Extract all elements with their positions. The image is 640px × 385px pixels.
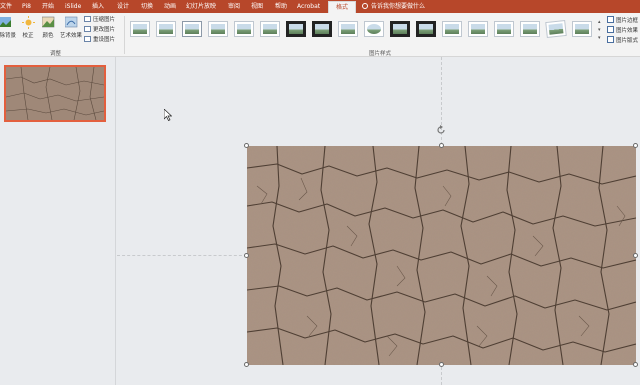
- compress-icon: [84, 16, 91, 22]
- picture-effects-icon: [607, 26, 614, 33]
- tab-review[interactable]: 审阅: [228, 2, 240, 12]
- change-picture-icon: [84, 26, 91, 32]
- resize-handle-bottom[interactable]: [439, 362, 444, 367]
- resize-handle-top-left[interactable]: [244, 143, 249, 148]
- artistic-effects-label: 艺术效果: [59, 33, 82, 39]
- compress-label: 压缩图片: [93, 17, 116, 23]
- picture-style-18[interactable]: [572, 21, 592, 37]
- slide-thumbnail-pane: [0, 57, 116, 385]
- artistic-effects-icon: [64, 16, 77, 28]
- smart-guide-horizontal: [117, 255, 247, 256]
- tab-insert[interactable]: 插入: [92, 2, 104, 12]
- picture-layout-icon: [607, 36, 614, 43]
- picture-layout-label: 图片版式: [616, 38, 639, 44]
- corrections-icon: [21, 16, 35, 29]
- picture-border-button[interactable]: 图片边框: [607, 16, 638, 26]
- tab-slideshow[interactable]: 幻灯片放映: [186, 2, 216, 12]
- picture-style-2[interactable]: [156, 21, 176, 37]
- compress-pictures-button[interactable]: 压缩图片: [84, 16, 115, 25]
- change-picture-button[interactable]: 更改图片: [84, 26, 115, 35]
- picture-style-8[interactable]: [312, 21, 332, 37]
- tab-pi8[interactable]: Pi8: [22, 2, 31, 12]
- picture-style-6[interactable]: [260, 21, 280, 37]
- resize-handle-top-right[interactable]: [633, 143, 638, 148]
- picture-style-1[interactable]: [130, 21, 150, 37]
- picture-border-label: 图片边框: [616, 18, 639, 24]
- picture-style-11[interactable]: [390, 21, 410, 37]
- color-button[interactable]: 颜色: [40, 16, 56, 46]
- tab-acrobat[interactable]: Acrobat: [297, 2, 320, 12]
- picture-style-7[interactable]: [286, 21, 306, 37]
- picture-style-9[interactable]: [338, 21, 358, 37]
- tab-format[interactable]: 格式: [328, 1, 357, 13]
- picture-style-5[interactable]: [234, 21, 254, 37]
- picture-style-12[interactable]: [416, 21, 436, 37]
- resize-handle-bottom-right[interactable]: [633, 362, 638, 367]
- tab-file[interactable]: 文件: [0, 2, 12, 12]
- search-text: 告诉我你想要做什么: [371, 3, 426, 10]
- picture-border-icon: [607, 16, 614, 23]
- picture-effects-label: 图片效果: [616, 28, 639, 34]
- gallery-scroll[interactable]: ▴ ▾ ▾: [598, 18, 603, 44]
- picture-layout-button[interactable]: 图片版式: [607, 36, 638, 46]
- remove-bg-label: 删除背景: [0, 33, 17, 39]
- reset-picture-icon: [84, 36, 91, 42]
- tab-help[interactable]: 帮助: [275, 2, 287, 12]
- picture-style-4[interactable]: [208, 21, 228, 37]
- picture-style-13[interactable]: [442, 21, 462, 37]
- chevron-down-icon[interactable]: ▾: [598, 26, 603, 34]
- adjust-group-label: 调整: [50, 51, 62, 57]
- picture-style-16[interactable]: [520, 21, 540, 37]
- cracked-earth-thumbnail: [6, 67, 104, 120]
- picture-styles-gallery: [130, 16, 598, 48]
- gallery-more-icon[interactable]: ▾: [598, 34, 603, 42]
- ribbon-tab-bar: 文件 Pi8 开始 iSlide 插入 设计 切换 动画 幻灯片放映 审阅 视图…: [0, 0, 640, 13]
- color-icon: [41, 16, 54, 28]
- rotate-handle-icon[interactable]: [436, 125, 446, 135]
- tab-home[interactable]: 开始: [42, 2, 54, 12]
- corrections-button[interactable]: 校正: [19, 16, 37, 46]
- cracked-earth-picture[interactable]: [247, 146, 636, 365]
- reset-picture-button[interactable]: 重设图片: [84, 36, 115, 45]
- picture-style-15[interactable]: [494, 21, 514, 37]
- picture-style-14[interactable]: [468, 21, 488, 37]
- resize-handle-bottom-left[interactable]: [244, 362, 249, 367]
- ribbon-separator: [124, 16, 125, 54]
- chevron-up-icon[interactable]: ▴: [598, 18, 603, 26]
- tab-animations[interactable]: 动画: [164, 2, 176, 12]
- tab-islide[interactable]: iSlide: [65, 2, 81, 12]
- change-picture-label: 更改图片: [93, 27, 116, 33]
- corrections-label: 校正: [22, 33, 34, 39]
- picture-style-10[interactable]: [364, 21, 384, 37]
- picture-style-17[interactable]: [545, 19, 567, 39]
- resize-handle-left[interactable]: [244, 253, 249, 258]
- mouse-cursor-icon: [164, 109, 172, 121]
- picture-effects-button[interactable]: 图片效果: [607, 26, 638, 36]
- reset-picture-label: 重设图片: [93, 37, 116, 43]
- ribbon: 删除背景 校正 颜色 艺术效果 压缩图片 更改图片 重设图片 调整: [0, 13, 640, 57]
- artistic-effects-button[interactable]: 艺术效果: [58, 16, 84, 46]
- color-label: 颜色: [42, 33, 54, 39]
- resize-handle-top[interactable]: [439, 143, 444, 148]
- remove-bg-icon: [0, 17, 11, 27]
- tab-transitions[interactable]: 切换: [141, 2, 153, 12]
- picture-style-3[interactable]: [182, 21, 202, 37]
- slide-thumbnail-1[interactable]: [4, 65, 106, 122]
- tell-me-search[interactable]: 告诉我你想要做什么: [362, 2, 425, 12]
- picture-styles-group-label: 图片样式: [369, 51, 392, 57]
- resize-handle-right[interactable]: [633, 253, 638, 258]
- remove-background-button[interactable]: 删除背景: [0, 16, 16, 46]
- cracked-earth-texture: [247, 146, 636, 365]
- search-icon: [362, 3, 368, 9]
- tab-view[interactable]: 视图: [251, 2, 263, 12]
- tab-design[interactable]: 设计: [117, 2, 129, 12]
